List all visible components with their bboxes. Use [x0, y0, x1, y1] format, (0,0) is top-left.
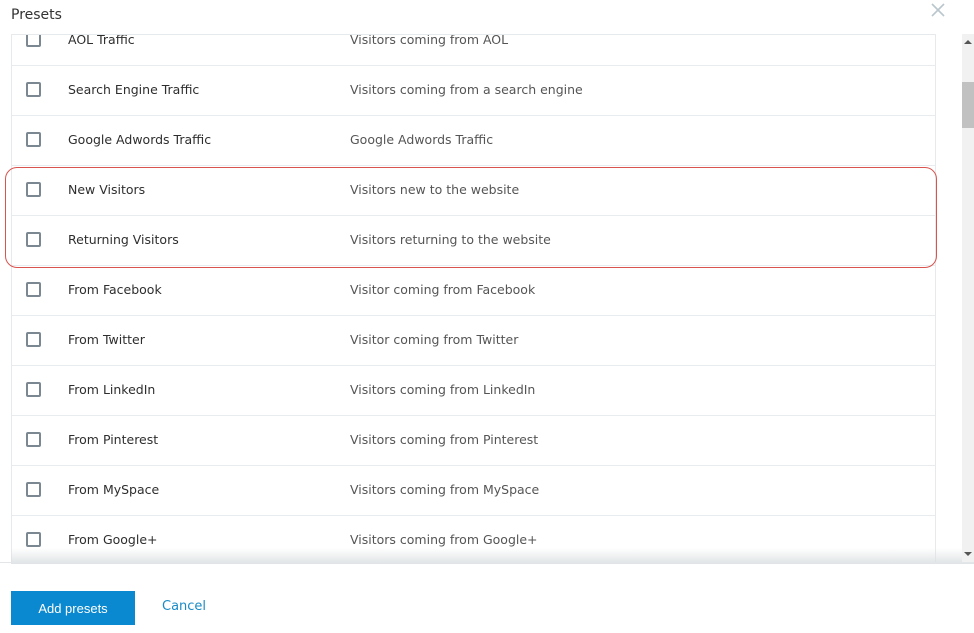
preset-row[interactable]: New Visitors Visitors new to the website [12, 166, 935, 216]
preset-row[interactable]: AOL Traffic Visitors coming from AOL [12, 34, 935, 66]
preset-row[interactable]: From Facebook Visitor coming from Faceboo… [12, 266, 935, 316]
preset-description: Visitor coming from Facebook [350, 282, 536, 297]
preset-checkbox[interactable] [26, 35, 41, 47]
scrollbar[interactable] [962, 34, 974, 562]
preset-name: From Facebook [68, 282, 162, 297]
preset-name: AOL Traffic [68, 34, 135, 47]
preset-name: From Pinterest [68, 432, 159, 447]
scroll-up-arrow-icon[interactable] [964, 40, 972, 44]
preset-description: Visitors coming from Google+ [350, 532, 538, 547]
preset-description: Visitors coming from Pinterest [350, 432, 539, 447]
preset-description: Visitors coming from MySpace [350, 482, 540, 497]
preset-name: New Visitors [68, 182, 146, 197]
preset-checkbox[interactable] [26, 282, 41, 297]
preset-row[interactable]: From Twitter Visitor coming from Twitter [12, 316, 935, 366]
presets-list: AOL Traffic Visitors coming from AOL Searc… [11, 34, 936, 563]
preset-checkbox[interactable] [26, 382, 41, 397]
preset-description: Visitors coming from a search engine [350, 82, 583, 97]
preset-name: Returning Visitors [68, 232, 179, 247]
preset-name: From LinkedIn [68, 382, 156, 397]
preset-checkbox[interactable] [26, 232, 41, 247]
preset-checkbox[interactable] [26, 532, 41, 547]
close-icon [931, 3, 945, 17]
preset-description: Visitors returning to the website [350, 232, 551, 247]
preset-name: Google Adwords Traffic [68, 132, 212, 147]
preset-description: Visitor coming from Twitter [350, 332, 519, 347]
preset-name: Search Engine Traffic [68, 82, 200, 97]
scroll-down-arrow-icon[interactable] [964, 552, 972, 556]
scrollbar-thumb[interactable] [962, 82, 974, 128]
preset-description: Visitors coming from LinkedIn [350, 382, 536, 397]
preset-row[interactable]: From Google+ Visitors coming from Google+ [12, 516, 935, 563]
preset-description: Google Adwords Traffic [350, 132, 494, 147]
preset-name: From MySpace [68, 482, 160, 497]
footer-divider [0, 562, 974, 563]
preset-row[interactable]: From Pinterest Visitors coming from Pinte… [12, 416, 935, 466]
preset-name: From Google+ [68, 532, 158, 547]
dialog-title: Presets [11, 7, 62, 23]
close-button[interactable] [929, 1, 947, 19]
preset-row[interactable]: Search Engine Traffic Visitors coming fro… [12, 66, 935, 116]
add-presets-button[interactable]: Add presets [11, 591, 135, 625]
preset-checkbox[interactable] [26, 332, 41, 347]
preset-checkbox[interactable] [26, 82, 41, 97]
preset-row[interactable]: Returning Visitors Visitors returning to … [12, 216, 935, 266]
preset-checkbox[interactable] [26, 182, 41, 197]
preset-row[interactable]: From MySpace Visitors coming from MySpace [12, 466, 935, 516]
preset-checkbox[interactable] [26, 132, 41, 147]
preset-description: Visitors coming from AOL [350, 34, 509, 47]
preset-checkbox[interactable] [26, 432, 41, 447]
preset-row[interactable]: Google Adwords Traffic Google Adwords Tra… [12, 116, 935, 166]
preset-description: Visitors new to the website [350, 182, 520, 197]
preset-name: From Twitter [68, 332, 145, 347]
cancel-button[interactable]: Cancel [162, 599, 206, 614]
preset-checkbox[interactable] [26, 482, 41, 497]
preset-row[interactable]: From LinkedIn Visitors coming from Linked… [12, 366, 935, 416]
